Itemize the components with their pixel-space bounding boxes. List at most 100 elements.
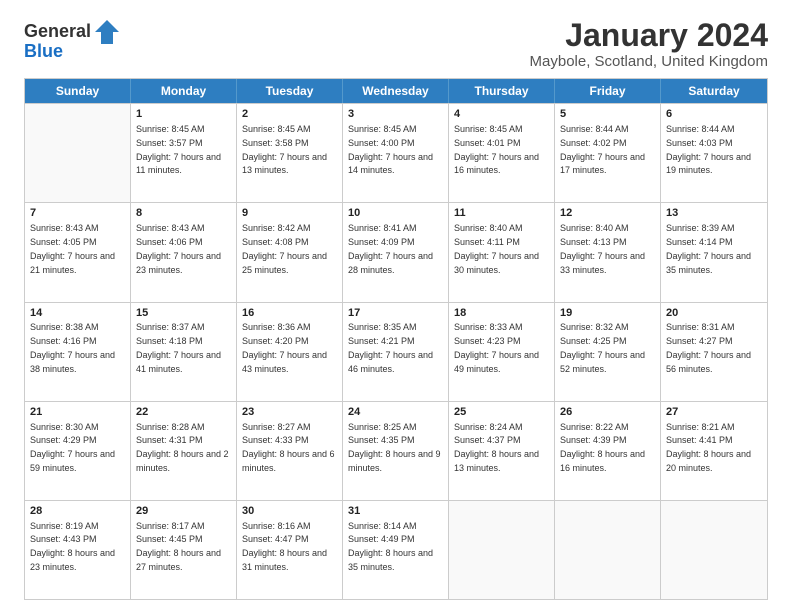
- table-row: 25 Sunrise: 8:24 AM Sunset: 4:37 PM Dayligh…: [449, 402, 555, 500]
- table-row: 10Sunrise: 8:41 AMSunset: 4:09 PMDayligh…: [343, 203, 449, 301]
- day-number: 7: [30, 206, 125, 221]
- header: General Blue January 2024 Maybole, Scotl…: [24, 18, 768, 70]
- sunrise-text: Sunrise: 8:39 AM: [666, 223, 735, 233]
- daylight-text: Daylight: 7 hours and 25 minutes.: [242, 251, 327, 275]
- calendar-row: 28Sunrise: 8:19 AMSunset: 4:43 PMDayligh…: [25, 500, 767, 599]
- page: General Blue January 2024 Maybole, Scotl…: [0, 0, 792, 612]
- table-row: 23Sunrise: 8:27 AMSunset: 4:33 PMDayligh…: [237, 402, 343, 500]
- calendar-row: 7Sunrise: 8:43 AMSunset: 4:05 PMDaylight…: [25, 202, 767, 301]
- sunset-text: Sunset: 4:29 PM: [30, 435, 97, 445]
- table-row: 20Sunrise: 8:31 AMSunset: 4:27 PMDayligh…: [661, 303, 767, 401]
- sunrise-text: Sunrise: 8:32 AM: [560, 322, 629, 332]
- day-number: 15: [136, 306, 231, 321]
- logo: General Blue: [24, 18, 121, 62]
- logo-blue: Blue: [24, 42, 63, 62]
- daylight-text: Daylight: 7 hours and 52 minutes.: [560, 350, 645, 374]
- sunrise-text: Sunrise: 8:45 AM: [242, 124, 311, 134]
- calendar-body: 1 Sunrise: 8:45 AM Sunset: 3:57 PM Daylight…: [25, 103, 767, 599]
- table-row: 24Sunrise: 8:25 AMSunset: 4:35 PMDayligh…: [343, 402, 449, 500]
- sunset-text: Sunset: 4:20 PM: [242, 336, 309, 346]
- table-row: [555, 501, 661, 599]
- sunset-text: Sunset: 4:02 PM: [560, 138, 627, 148]
- sunset-text: Sunset: 4:08 PM: [242, 237, 309, 247]
- table-row: 18Sunrise: 8:33 AMSunset: 4:23 PMDayligh…: [449, 303, 555, 401]
- sunrise-text: Sunrise: 8:24 AM: [454, 422, 523, 432]
- daylight-text: Daylight: 7 hours and 28 minutes.: [348, 251, 433, 275]
- calendar-row: 14Sunrise: 8:38 AMSunset: 4:16 PMDayligh…: [25, 302, 767, 401]
- title-month: January 2024: [530, 18, 768, 53]
- header-tuesday: Tuesday: [237, 79, 343, 103]
- sunset-text: Sunset: 4:21 PM: [348, 336, 415, 346]
- day-number: 1: [136, 107, 231, 122]
- daylight-text: Daylight: 7 hours and 11 minutes.: [136, 152, 221, 176]
- sunset-text: Sunset: 4:27 PM: [666, 336, 733, 346]
- table-row: 27Sunrise: 8:21 AMSunset: 4:41 PMDayligh…: [661, 402, 767, 500]
- calendar-row: 1 Sunrise: 8:45 AM Sunset: 3:57 PM Daylight…: [25, 103, 767, 202]
- daylight-text: Daylight: 7 hours and 35 minutes.: [666, 251, 751, 275]
- daylight-text: Daylight: 8 hours and 13 minutes.: [454, 449, 539, 473]
- sunset-text: Sunset: 4:06 PM: [136, 237, 203, 247]
- daylight-text: Daylight: 7 hours and 13 minutes.: [242, 152, 327, 176]
- sunset-text: Sunset: 4:39 PM: [560, 435, 627, 445]
- sunrise-text: Sunrise: 8:14 AM: [348, 521, 417, 531]
- table-row: 22Sunrise: 8:28 AMSunset: 4:31 PMDayligh…: [131, 402, 237, 500]
- table-row: 29Sunrise: 8:17 AMSunset: 4:45 PMDayligh…: [131, 501, 237, 599]
- table-row: 21Sunrise: 8:30 AMSunset: 4:29 PMDayligh…: [25, 402, 131, 500]
- header-friday: Friday: [555, 79, 661, 103]
- daylight-text: Daylight: 7 hours and 43 minutes.: [242, 350, 327, 374]
- day-number: 28: [30, 504, 125, 519]
- daylight-text: Daylight: 8 hours and 20 minutes.: [666, 449, 751, 473]
- header-thursday: Thursday: [449, 79, 555, 103]
- calendar: Sunday Monday Tuesday Wednesday Thursday…: [24, 78, 768, 600]
- daylight-text: Daylight: 8 hours and 6 minutes.: [242, 449, 335, 473]
- calendar-row: 21Sunrise: 8:30 AMSunset: 4:29 PMDayligh…: [25, 401, 767, 500]
- sunset-text: Sunset: 4:41 PM: [666, 435, 733, 445]
- day-number: 23: [242, 405, 337, 420]
- sunrise-text: Sunrise: 8:25 AM: [348, 422, 417, 432]
- sunrise-text: Sunrise: 8:40 AM: [560, 223, 629, 233]
- table-row: 5Sunrise: 8:44 AMSunset: 4:02 PMDaylight…: [555, 104, 661, 202]
- table-row: 3Sunrise: 8:45 AMSunset: 4:00 PMDaylight…: [343, 104, 449, 202]
- day-number: 31: [348, 504, 443, 519]
- day-number: 13: [666, 206, 762, 221]
- sunrise-text: Sunrise: 8:45 AM: [348, 124, 417, 134]
- table-row: 2Sunrise: 8:45 AMSunset: 3:58 PMDaylight…: [237, 104, 343, 202]
- sunrise-text: Sunrise: 8:37 AM: [136, 322, 205, 332]
- sunset-text: Sunset: 4:00 PM: [348, 138, 415, 148]
- sunrise-text: Sunrise: 8:33 AM: [454, 322, 523, 332]
- sunset-text: Sunset: 4:09 PM: [348, 237, 415, 247]
- day-number: 6: [666, 107, 762, 122]
- table-row: 4Sunrise: 8:45 AMSunset: 4:01 PMDaylight…: [449, 104, 555, 202]
- table-row: 11Sunrise: 8:40 AMSunset: 4:11 PMDayligh…: [449, 203, 555, 301]
- logo-general: General: [24, 22, 91, 42]
- header-monday: Monday: [131, 79, 237, 103]
- table-row: 12Sunrise: 8:40 AMSunset: 4:13 PMDayligh…: [555, 203, 661, 301]
- sunrise-text: Sunrise: 8:27 AM: [242, 422, 311, 432]
- sunset-text: Sunset: 4:16 PM: [30, 336, 97, 346]
- daylight-text: Daylight: 7 hours and 14 minutes.: [348, 152, 433, 176]
- sunset-text: Sunset: 4:11 PM: [454, 237, 520, 247]
- daylight-text: Daylight: 7 hours and 30 minutes.: [454, 251, 539, 275]
- table-row: [449, 501, 555, 599]
- day-number: 20: [666, 306, 762, 321]
- sunrise-text: Sunrise: 8:30 AM: [30, 422, 99, 432]
- day-number: 25: [454, 405, 549, 420]
- table-row: 13Sunrise: 8:39 AMSunset: 4:14 PMDayligh…: [661, 203, 767, 301]
- header-sunday: Sunday: [25, 79, 131, 103]
- daylight-text: Daylight: 7 hours and 46 minutes.: [348, 350, 433, 374]
- daylight-text: Daylight: 8 hours and 2 minutes.: [136, 449, 229, 473]
- sunset-text: Sunset: 3:58 PM: [242, 138, 309, 148]
- daylight-text: Daylight: 7 hours and 23 minutes.: [136, 251, 221, 275]
- table-row: 7Sunrise: 8:43 AMSunset: 4:05 PMDaylight…: [25, 203, 131, 301]
- day-number: 5: [560, 107, 655, 122]
- day-number: 8: [136, 206, 231, 221]
- day-number: 12: [560, 206, 655, 221]
- day-number: 18: [454, 306, 549, 321]
- title-block: January 2024 Maybole, Scotland, United K…: [530, 18, 768, 70]
- sunset-text: Sunset: 4:31 PM: [136, 435, 203, 445]
- sunset-text: Sunset: 4:13 PM: [560, 237, 627, 247]
- sunset-text: Sunset: 3:57 PM: [136, 138, 203, 148]
- sunset-text: Sunset: 4:37 PM: [454, 435, 521, 445]
- table-row: 30Sunrise: 8:16 AMSunset: 4:47 PMDayligh…: [237, 501, 343, 599]
- table-row: 6Sunrise: 8:44 AMSunset: 4:03 PMDaylight…: [661, 104, 767, 202]
